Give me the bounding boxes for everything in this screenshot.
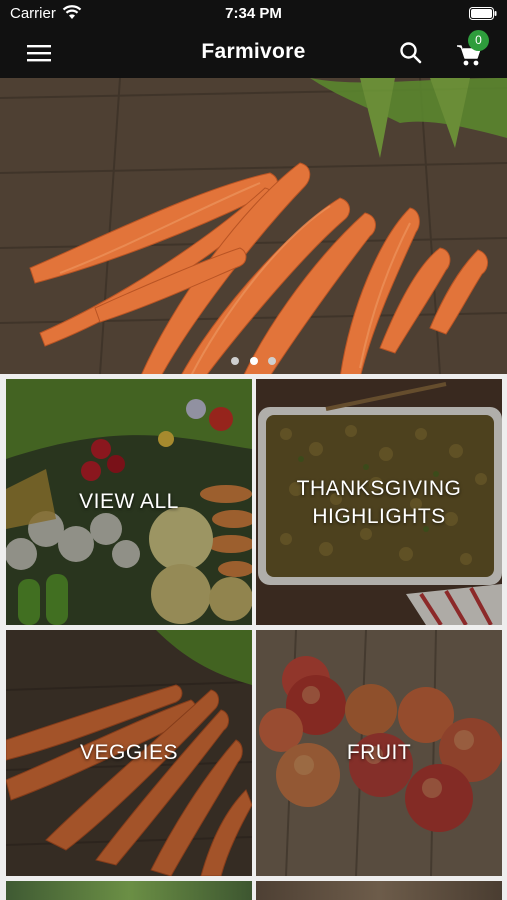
battery-icon — [469, 7, 497, 20]
app-title: Farmivore — [201, 40, 306, 63]
tile-label-line-2: HIGHLIGHTS — [312, 505, 446, 528]
slide-dot-1[interactable] — [231, 357, 240, 365]
slide-indicator — [0, 352, 507, 366]
slide-dot-3[interactable] — [267, 357, 276, 365]
greens-image — [6, 881, 252, 900]
tile-label-veggies: VEGGIES — [79, 741, 179, 764]
tile-label-line-1: THANKSGIVING — [296, 477, 462, 500]
category-tile-partial-left[interactable] — [6, 881, 252, 900]
category-tile-fruit[interactable]: FRUIT — [256, 630, 502, 876]
menu-icon[interactable] — [22, 40, 56, 66]
clock: 7:34 PM — [225, 5, 282, 22]
category-tile-partial-right[interactable] — [256, 881, 502, 900]
nav-bar: Farmivore 0 — [0, 28, 507, 78]
cart-count-badge: 0 — [468, 30, 489, 51]
hero-banner[interactable] — [0, 78, 507, 374]
slide-dot-2[interactable] — [249, 357, 258, 365]
status-bar: Carrier 7:34 PM — [0, 0, 507, 28]
tile-label-thanksgiving: THANKSGIVING HIGHLIGHTS — [256, 475, 502, 531]
tile-label-fruit: FRUIT — [346, 741, 412, 764]
category-tile-veggies[interactable]: VEGGIES — [6, 630, 252, 876]
category-tile-view-all[interactable]: VIEW ALL — [6, 379, 252, 625]
category-tile-thanksgiving[interactable]: THANKSGIVING HIGHLIGHTS — [256, 379, 502, 625]
tile-label-view-all: VIEW ALL — [79, 490, 179, 513]
carrots-image — [0, 78, 507, 374]
search-icon[interactable] — [398, 40, 424, 66]
wood-image — [256, 881, 502, 900]
